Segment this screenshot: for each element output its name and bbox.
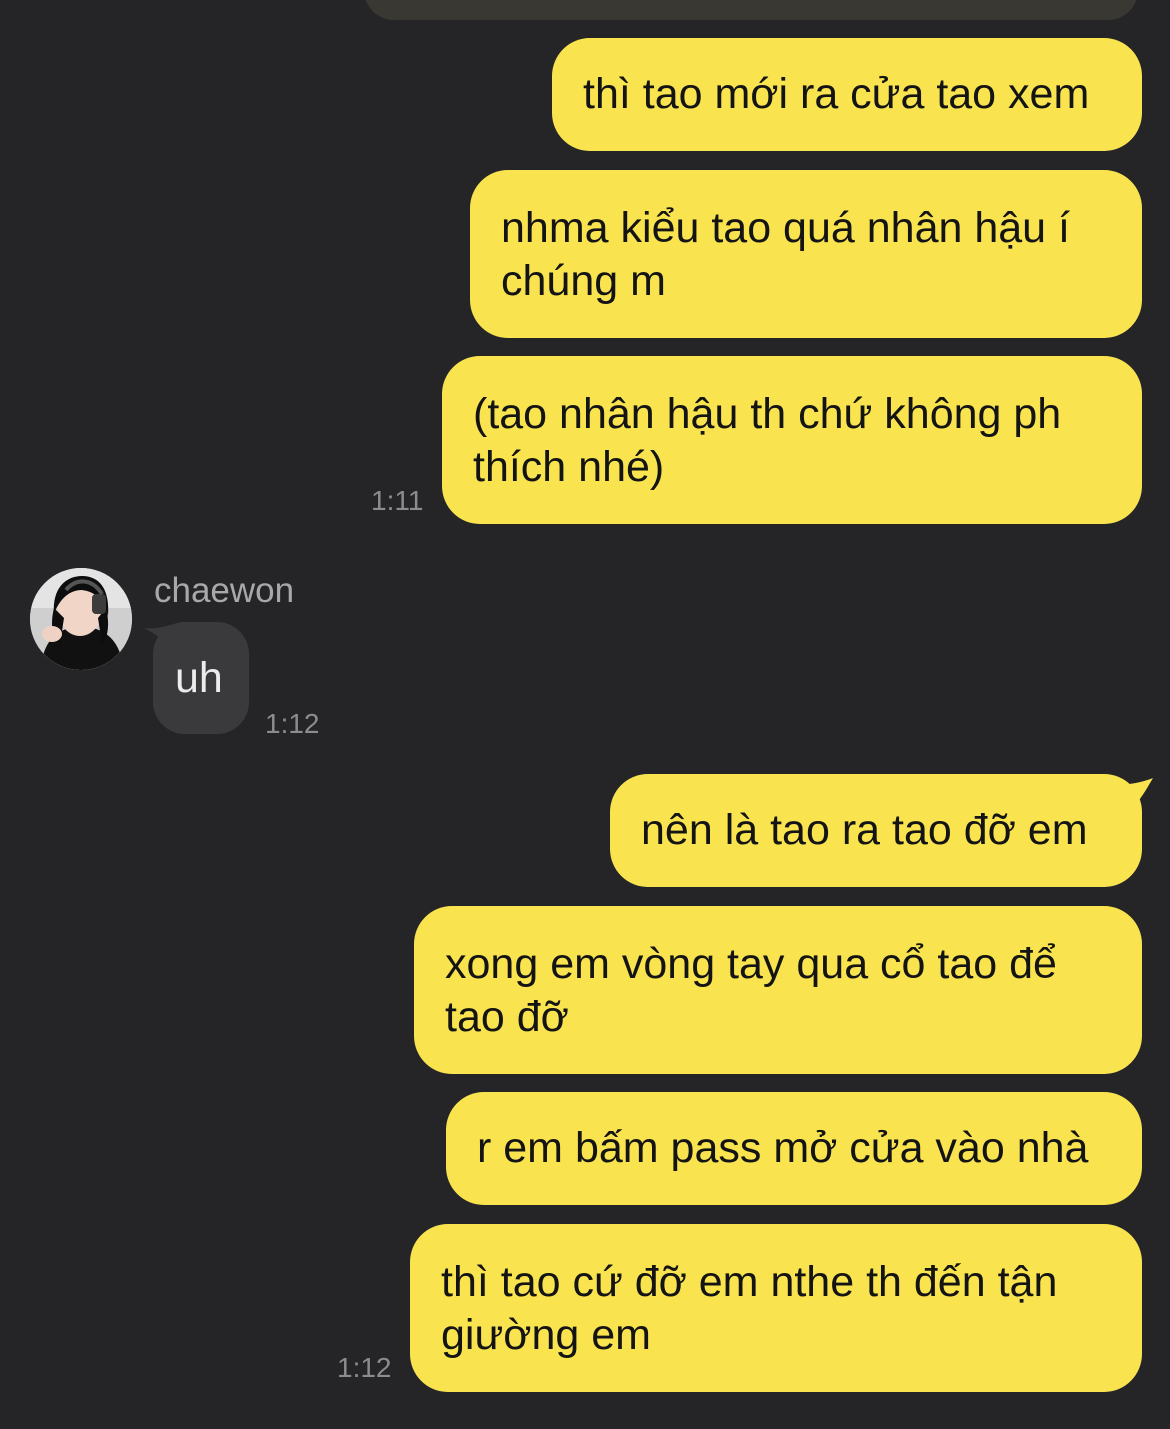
outgoing-message-bubble[interactable]: (tao nhân hậu th chứ không ph thích nhé) — [442, 356, 1142, 524]
message-timestamp: 1:12 — [265, 708, 320, 739]
contact-avatar[interactable] — [30, 568, 132, 670]
outgoing-message-bubble[interactable]: thì tao mới ra cửa tao xem — [552, 38, 1142, 151]
avatar-photo-icon — [30, 568, 132, 670]
previous-message-bubble[interactable] — [364, 0, 1138, 20]
incoming-message-bubble[interactable]: uh — [153, 622, 249, 734]
outgoing-message-bubble[interactable]: nên là tao ra tao đỡ em — [610, 774, 1142, 887]
outgoing-message-bubble[interactable]: nhma kiểu tao quá nhân hậu í chúng m — [470, 170, 1142, 338]
contact-name: chaewon — [154, 571, 295, 610]
outgoing-message-bubble[interactable]: thì tao cứ đỡ em nthe th đến tận giường … — [410, 1224, 1142, 1392]
message-timestamp: 1:11 — [371, 485, 424, 516]
message-timestamp: 1:12 — [337, 1352, 392, 1383]
outgoing-message-bubble[interactable]: r em bấm pass mở cửa vào nhà — [446, 1092, 1142, 1205]
chat-thread[interactable]: thì tao mới ra cửa tao xem nhma kiểu tao… — [0, 0, 1170, 1429]
outgoing-message-bubble[interactable]: xong em vòng tay qua cổ tao để tao đỡ — [414, 906, 1142, 1074]
